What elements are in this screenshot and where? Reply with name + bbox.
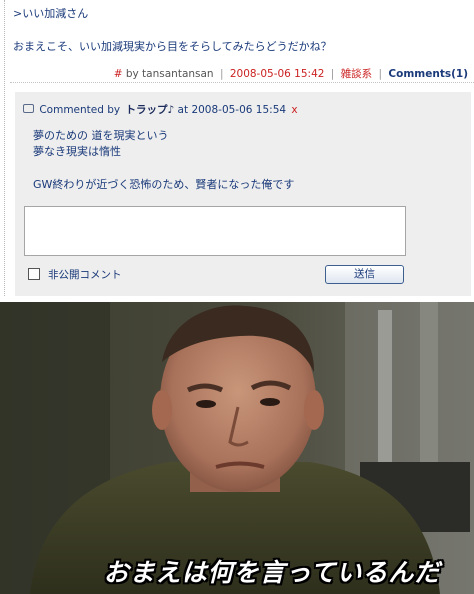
private-comment-checkbox[interactable] — [28, 268, 40, 280]
entry-date-link[interactable]: 2008-05-06 15:42 — [230, 68, 325, 80]
comment-textarea[interactable] — [24, 206, 406, 256]
quoted-reply-line: >いい加減さん — [13, 7, 89, 20]
comment-at-label: at — [177, 104, 189, 116]
blog-entry-panel: >いい加減さん おまえこそ、いい加減現実から目をそらしてみたらどうだかね？ # … — [0, 0, 474, 298]
separator: | — [378, 68, 383, 80]
entry-footer: # by tansantansan | 2008-05-06 15:42 | 雑… — [114, 66, 468, 81]
comment-header: Commented by トラップ♪ at 2008-05-06 15:54 x — [23, 102, 298, 117]
commented-by-label: Commented by — [39, 104, 121, 116]
category-link[interactable]: 雑談系 — [341, 68, 373, 80]
entry-divider — [10, 82, 474, 83]
comments-link[interactable]: Comments(1) — [388, 68, 468, 80]
comment-line: GW終わりが近づく恐怖のため、賢者になった俺です — [33, 178, 295, 191]
right-ear — [304, 390, 324, 430]
entry-body-text: おまえこそ、いい加減現実から目をそらしてみたらどうだかね？ — [13, 40, 332, 53]
comment-bubble-icon — [23, 104, 34, 113]
left-eye — [196, 400, 216, 408]
comment-box: Commented by トラップ♪ at 2008-05-06 15:54 x… — [15, 92, 471, 296]
comment-date: 2008-05-06 15:54 — [191, 104, 287, 116]
separator: | — [330, 68, 335, 80]
comment-line: 夢のための 道を現実という — [33, 129, 169, 142]
subtitle-caption: おまえは何を言っているんだ — [103, 558, 441, 587]
photo-still: おまえは何を言っているんだ — [0, 302, 474, 594]
left-ear — [152, 390, 172, 430]
comment-author[interactable]: トラップ♪ — [125, 104, 174, 116]
entry-author: by tansantansan — [125, 68, 214, 80]
comment-body: 夢のための 道を現実という 夢なき現実は惰性 GW終わりが近づく恐怖のため、賢者… — [33, 128, 294, 193]
left-dotted-border — [4, 0, 5, 296]
permalink-hash[interactable]: # — [114, 68, 123, 80]
comment-line: 夢なき現実は惰性 — [33, 145, 121, 158]
private-comment-label: 非公開コメント — [48, 269, 122, 281]
delete-comment-icon[interactable]: x — [291, 104, 297, 116]
photo-illustration — [0, 302, 474, 594]
right-eye — [260, 398, 280, 406]
separator: | — [219, 68, 224, 80]
submit-button[interactable]: 送信 — [325, 265, 404, 284]
